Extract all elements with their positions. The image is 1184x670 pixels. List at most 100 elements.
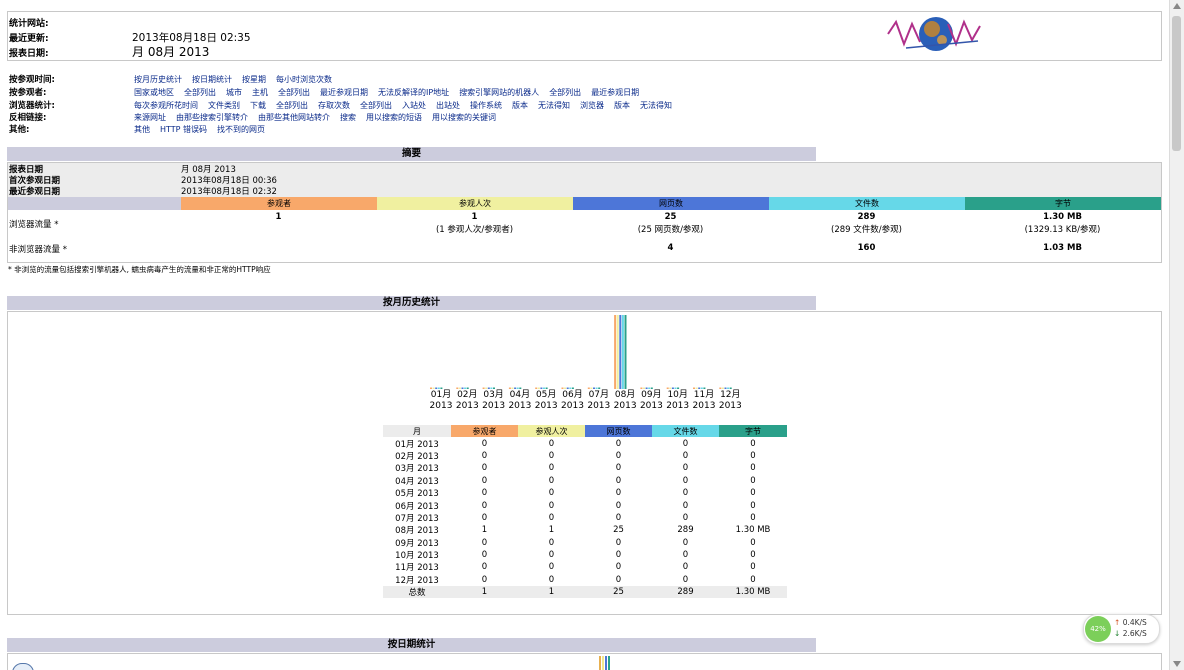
month-axis-month: 03月 bbox=[483, 390, 504, 400]
value-cell: 0 bbox=[750, 562, 756, 573]
nav-link[interactable]: HTTP 错误码 bbox=[160, 125, 207, 134]
browser-traffic-label: 浏览器流量 * bbox=[9, 220, 59, 230]
month-axis-label: 10月 2013 bbox=[665, 390, 691, 412]
month-bar bbox=[669, 387, 672, 389]
month-bar bbox=[516, 387, 519, 389]
month-axis-month: 07月 bbox=[588, 390, 610, 400]
nonbrowser-traffic-value: 160 bbox=[857, 243, 876, 253]
nav-link[interactable]: 版本 bbox=[614, 101, 630, 110]
month-axis-year: 2013 bbox=[692, 401, 716, 411]
month-cell: 06月 2013 bbox=[395, 501, 439, 512]
table-row: 07月 2013 0 0 0 0 0 bbox=[383, 512, 787, 524]
nav-link[interactable]: 最近参观日期 bbox=[591, 88, 639, 97]
nav-link[interactable]: 来源网址 bbox=[134, 113, 166, 122]
nav-link[interactable]: 出站处 bbox=[436, 101, 460, 110]
period-value: 月 08月 2013 bbox=[132, 45, 210, 59]
nav-link[interactable]: 浏览器 bbox=[580, 101, 604, 110]
nav-link[interactable]: 按日期统计 bbox=[192, 75, 232, 84]
vertical-scrollbar[interactable] bbox=[1169, 0, 1184, 670]
month-axis-label: 05月 2013 bbox=[533, 390, 559, 412]
nav-link[interactable]: 无法得知 bbox=[538, 101, 570, 110]
nav-link[interactable]: 版本 bbox=[512, 101, 528, 110]
nav-row-label: 按参观时间: bbox=[9, 75, 55, 85]
value-cell: 0 bbox=[615, 562, 622, 573]
month-axis-year: 2013 bbox=[587, 401, 611, 411]
month-axis-month: 05月 bbox=[535, 390, 557, 400]
month-axis-month: 06月 bbox=[562, 390, 583, 400]
nav-link[interactable]: 每小时浏览次数 bbox=[276, 75, 332, 84]
nav-link[interactable]: 入站处 bbox=[402, 101, 426, 110]
nav-link[interactable]: 操作系统 bbox=[470, 101, 502, 110]
nav-link[interactable]: 城市 bbox=[226, 88, 242, 97]
month-bar bbox=[624, 315, 627, 389]
month-bar bbox=[514, 387, 517, 389]
browser-traffic-value: 1.30 MB bbox=[1043, 212, 1082, 222]
month-bar bbox=[464, 387, 467, 389]
month-cell: 05月 2013 bbox=[395, 489, 439, 500]
nav-row-label: 浏览器统计: bbox=[9, 101, 55, 111]
nav-link[interactable]: 找不到的网页 bbox=[217, 125, 265, 134]
download-arrow-icon: ↓ bbox=[1114, 629, 1121, 638]
scroll-thumb[interactable] bbox=[1172, 16, 1181, 151]
value-cell: 0 bbox=[615, 488, 622, 499]
network-speed-widget[interactable]: 42% ↑ 0.4K/S ↓ 2.6K/S bbox=[1083, 614, 1160, 644]
nav-link[interactable]: 由那些其他网站转介 bbox=[258, 113, 330, 122]
month-cell: 08月 2013 bbox=[395, 526, 439, 537]
month-bar bbox=[432, 387, 435, 389]
month-bar bbox=[519, 387, 522, 389]
month-bar bbox=[461, 387, 464, 389]
value-cell: 0 bbox=[682, 488, 689, 499]
nav-link[interactable]: 存取次数 bbox=[318, 101, 350, 110]
nav-link[interactable]: 搜索 bbox=[340, 113, 356, 122]
value-cell: 0 bbox=[682, 550, 689, 561]
nav-link[interactable]: 其他 bbox=[134, 125, 150, 134]
month-axis-month: 12月 bbox=[720, 390, 741, 400]
month-bar bbox=[430, 387, 432, 389]
month-bar bbox=[537, 387, 540, 389]
nav-link[interactable]: 国家或地区 bbox=[134, 88, 174, 97]
value-cell: 0 bbox=[481, 488, 488, 499]
nav-link[interactable]: 用以搜索的关键词 bbox=[432, 113, 496, 122]
month-bar bbox=[721, 387, 724, 389]
nav-link[interactable]: 由那些搜索引擎转介 bbox=[176, 113, 248, 122]
value-cell: 0 bbox=[481, 512, 488, 523]
table-row: 09月 2013 0 0 0 0 0 bbox=[383, 537, 787, 549]
nav-link[interactable]: 用以搜索的短语 bbox=[366, 113, 422, 122]
nav-link[interactable]: 无法反解译的IP地址 bbox=[378, 88, 449, 97]
nonbrowser-traffic-label: 非浏览器流量 * bbox=[9, 245, 67, 255]
month-axis-label: 06月 2013 bbox=[560, 390, 586, 412]
value-cell: 0 bbox=[615, 574, 622, 585]
month-bar bbox=[485, 387, 488, 389]
nav-link[interactable]: 下载 bbox=[250, 101, 266, 110]
updated-label: 最近更新: bbox=[9, 34, 49, 44]
nav-link[interactable]: 最近参观日期 bbox=[320, 88, 368, 97]
nav-link[interactable]: 每次参观所花时间 bbox=[134, 101, 198, 110]
nav-link[interactable]: 全部列出 bbox=[549, 88, 581, 97]
total-cell: 1 bbox=[481, 587, 488, 598]
nav-link[interactable]: 文件类别 bbox=[208, 101, 240, 110]
nav-link[interactable]: 搜索引擎网站的机器人 bbox=[459, 88, 539, 97]
summary-col-header: 参观者 bbox=[181, 197, 377, 210]
nav-link[interactable]: 全部列出 bbox=[278, 88, 310, 97]
nav-link[interactable]: 主机 bbox=[252, 88, 268, 97]
nav-link[interactable]: 全部列出 bbox=[276, 101, 308, 110]
value-cell: 0 bbox=[682, 475, 689, 486]
month-cell: 03月 2013 bbox=[395, 464, 439, 475]
awstats-logo[interactable] bbox=[886, 14, 982, 56]
month-bar bbox=[437, 387, 440, 389]
nav-link[interactable]: 按星期 bbox=[242, 75, 266, 84]
nav-link[interactable]: 全部列出 bbox=[360, 101, 392, 110]
month-bar bbox=[693, 387, 695, 389]
value-cell: 289 bbox=[677, 525, 694, 536]
scroll-up-arrow-icon[interactable] bbox=[1173, 3, 1181, 9]
month-bar bbox=[511, 387, 514, 389]
total-row: 总数 1 1 25 289 1.30 MB bbox=[383, 586, 787, 599]
month-bar bbox=[456, 387, 459, 389]
value-cell: 0 bbox=[682, 500, 689, 511]
nav-link[interactable]: 全部列出 bbox=[184, 88, 216, 97]
scroll-down-arrow-icon[interactable] bbox=[1173, 661, 1181, 667]
nav-link[interactable]: 按月历史统计 bbox=[134, 75, 182, 84]
value-cell: 0 bbox=[750, 450, 756, 461]
nav-link[interactable]: 无法得知 bbox=[640, 101, 672, 110]
nav-row-links: 按月历史统计 按日期统计 按星期 每小时浏览次数 bbox=[134, 74, 342, 85]
